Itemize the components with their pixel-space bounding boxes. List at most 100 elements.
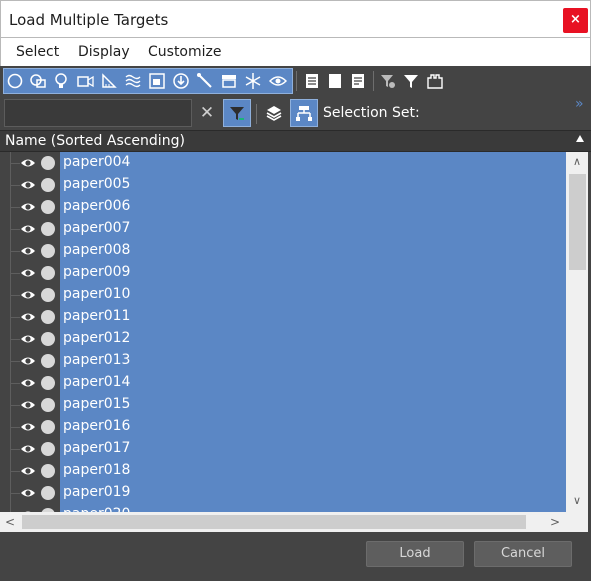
scroll-right-icon[interactable]: >	[548, 515, 562, 529]
name-cell[interactable]: paper015	[60, 394, 566, 416]
freeze-toggle-icon[interactable]	[41, 200, 55, 214]
eye-icon[interactable]	[20, 463, 36, 477]
list-item[interactable]: paper018	[0, 460, 566, 482]
name-cell[interactable]: paper019	[60, 482, 566, 504]
cancel-button[interactable]: Cancel	[474, 541, 572, 567]
list-item[interactable]: paper004	[0, 152, 566, 174]
list-item[interactable]: paper013	[0, 350, 566, 372]
freeze-toggle-icon[interactable]	[41, 266, 55, 280]
close-button[interactable]: ×	[563, 8, 588, 33]
eye-icon[interactable]	[20, 375, 36, 389]
list-item[interactable]: paper012	[0, 328, 566, 350]
frozen-icon[interactable]	[243, 69, 263, 93]
list-item[interactable]: paper007	[0, 218, 566, 240]
freeze-toggle-icon[interactable]	[41, 156, 55, 170]
groups-icon[interactable]	[147, 69, 167, 93]
freeze-toggle-icon[interactable]	[41, 310, 55, 324]
name-cell[interactable]: paper014	[60, 372, 566, 394]
filter-options-icon[interactable]	[378, 69, 398, 93]
list-item[interactable]: paper008	[0, 240, 566, 262]
eye-icon[interactable]	[20, 485, 36, 499]
name-cell[interactable]: paper020	[60, 504, 566, 512]
clear-search-icon[interactable]: ✕	[193, 99, 221, 127]
scroll-left-icon[interactable]: <	[3, 515, 17, 529]
name-cell[interactable]: paper011	[60, 306, 566, 328]
select-all-icon[interactable]	[302, 69, 322, 93]
eye-icon[interactable]	[20, 243, 36, 257]
eye-icon[interactable]	[20, 419, 36, 433]
selection-mode-icon[interactable]	[425, 69, 445, 93]
list-header[interactable]: Name (Sorted Ascending)	[0, 130, 591, 152]
freeze-toggle-icon[interactable]	[41, 354, 55, 368]
freeze-toggle-icon[interactable]	[41, 244, 55, 258]
load-button[interactable]: Load	[366, 541, 464, 567]
list-item[interactable]: paper005	[0, 174, 566, 196]
freeze-toggle-icon[interactable]	[41, 464, 55, 478]
select-invert-icon[interactable]	[348, 69, 368, 93]
scroll-down-icon[interactable]: ∨	[571, 495, 583, 507]
more-options-icon[interactable]: »	[575, 96, 584, 112]
name-cell[interactable]: paper013	[60, 350, 566, 372]
menu-select[interactable]: Select	[16, 44, 59, 60]
cameras-icon[interactable]	[75, 69, 95, 93]
list-item[interactable]: paper017	[0, 438, 566, 460]
helpers-icon[interactable]	[99, 69, 119, 93]
list-item[interactable]: paper019	[0, 482, 566, 504]
name-cell[interactable]: paper006	[60, 196, 566, 218]
hierarchy-icon[interactable]	[290, 99, 318, 127]
containers-icon[interactable]	[219, 69, 239, 93]
name-cell[interactable]: paper009	[60, 262, 566, 284]
name-cell[interactable]: paper007	[60, 218, 566, 240]
freeze-toggle-icon[interactable]	[41, 288, 55, 302]
menu-customize[interactable]: Customize	[148, 44, 222, 60]
horizontal-scrollbar[interactable]: < >	[0, 512, 566, 532]
freeze-toggle-icon[interactable]	[41, 376, 55, 390]
spacewarps-icon[interactable]	[123, 69, 143, 93]
filter-icon[interactable]	[401, 69, 421, 93]
xrefs-icon[interactable]	[171, 69, 191, 93]
eye-icon[interactable]	[20, 221, 36, 235]
vertical-scrollbar[interactable]: ∧ ∨	[566, 152, 588, 512]
list-item[interactable]: paper011	[0, 306, 566, 328]
name-cell[interactable]: paper016	[60, 416, 566, 438]
eye-icon[interactable]	[20, 155, 36, 169]
eye-icon[interactable]	[20, 397, 36, 411]
horizontal-scroll-thumb[interactable]	[22, 515, 526, 529]
eye-icon[interactable]	[20, 353, 36, 367]
bones-icon[interactable]	[195, 69, 215, 93]
eye-icon[interactable]	[20, 177, 36, 191]
layers-icon[interactable]	[260, 99, 288, 127]
vertical-scroll-thumb[interactable]	[569, 174, 586, 270]
freeze-toggle-icon[interactable]	[41, 486, 55, 500]
list-item[interactable]: paper014	[0, 372, 566, 394]
freeze-toggle-icon[interactable]	[41, 398, 55, 412]
name-cell[interactable]: paper010	[60, 284, 566, 306]
list-item[interactable]: paper015	[0, 394, 566, 416]
shapes-icon[interactable]	[28, 69, 48, 93]
name-cell[interactable]: paper012	[60, 328, 566, 350]
eye-icon[interactable]	[20, 287, 36, 301]
eye-icon[interactable]	[20, 309, 36, 323]
eye-icon[interactable]	[20, 265, 36, 279]
eye-icon[interactable]	[20, 441, 36, 455]
select-none-icon[interactable]	[325, 69, 345, 93]
geometry-icon[interactable]	[5, 69, 25, 93]
name-cell[interactable]: paper018	[60, 460, 566, 482]
freeze-toggle-icon[interactable]	[41, 222, 55, 236]
list-item[interactable]: paper020	[0, 504, 566, 512]
list-item[interactable]: paper009	[0, 262, 566, 284]
lights-icon[interactable]	[51, 69, 71, 93]
search-input[interactable]	[4, 99, 192, 127]
scroll-up-icon[interactable]: ∧	[571, 156, 583, 168]
freeze-toggle-icon[interactable]	[41, 442, 55, 456]
list-item[interactable]: paper006	[0, 196, 566, 218]
eye-icon[interactable]	[20, 331, 36, 345]
freeze-toggle-icon[interactable]	[41, 332, 55, 346]
list-item[interactable]: paper016	[0, 416, 566, 438]
list-item[interactable]: paper010	[0, 284, 566, 306]
hidden-icon[interactable]	[268, 69, 288, 93]
menu-display[interactable]: Display	[78, 44, 130, 60]
name-cell[interactable]: paper004	[60, 152, 566, 174]
freeze-toggle-icon[interactable]	[41, 420, 55, 434]
filter-toggle-icon[interactable]	[223, 99, 251, 127]
